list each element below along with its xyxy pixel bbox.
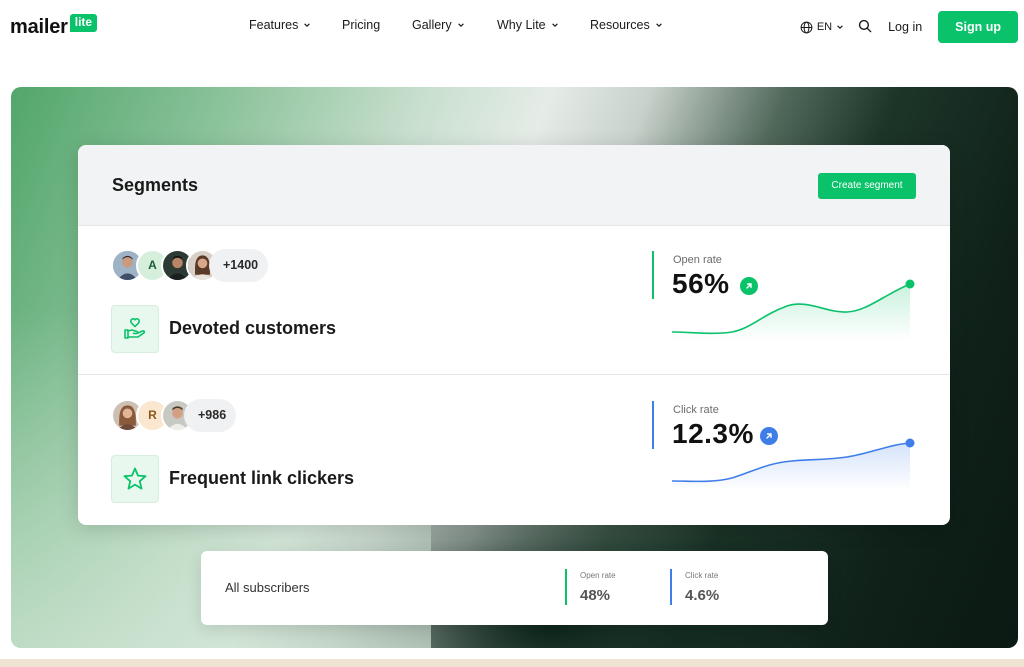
chevron-down-icon: [655, 23, 662, 28]
all-subscribers-label: All subscribers: [225, 580, 310, 595]
logo-text: mailer: [10, 16, 68, 38]
segments-title: Segments: [112, 175, 199, 195]
top-navigation: mailer lite Features Pricing Gallery Why…: [0, 0, 1024, 55]
nav-item-label: Gallery: [412, 18, 452, 32]
metric-accent-bar: [565, 569, 567, 605]
open-rate-value: 48%: [580, 587, 611, 604]
segment-row-devoted-customers[interactable]: A +1400 Devoted customers Open rate 56%: [78, 226, 950, 375]
nav-actions: EN Log in Sign up: [800, 11, 1018, 43]
nav-item-label: Features: [249, 18, 299, 32]
signup-button[interactable]: Sign up: [938, 11, 1018, 43]
language-selector[interactable]: EN: [800, 21, 844, 34]
metric-accent-bar: [652, 251, 654, 299]
avatar-group: A +1400: [111, 248, 269, 282]
nav-item-label: Pricing: [342, 18, 381, 32]
segments-card-header: Segments Create segment: [78, 145, 950, 226]
open-rate-sparkline: [672, 279, 915, 341]
nav-item-gallery[interactable]: Gallery: [412, 18, 465, 32]
chevron-down-icon: [837, 25, 843, 30]
segment-name: Frequent link clickers: [169, 468, 355, 488]
nav-item-label: Why Lite: [497, 18, 546, 32]
avatar-initial: R: [148, 408, 157, 422]
open-rate-label: Open rate: [580, 571, 616, 580]
segment-row-frequent-link-clickers[interactable]: R +986 Frequent link clickers Click rate…: [78, 376, 950, 525]
segments-card: Segments Create segment A +1400 Devoted …: [78, 145, 950, 525]
metric-accent-bar: [652, 401, 654, 449]
star-icon: [111, 455, 159, 503]
member-count-badge: +986: [184, 398, 237, 432]
globe-icon: [800, 21, 813, 33]
all-subscribers-card[interactable]: All subscribers Open rate 48% Click rate…: [201, 551, 828, 625]
avatar-initial: A: [148, 258, 157, 272]
search-icon: [858, 19, 872, 33]
nav-item-pricing[interactable]: Pricing: [342, 18, 380, 32]
bottom-banner-edge: [0, 659, 1024, 667]
click-rate-label: Click rate: [685, 571, 719, 580]
chevron-down-icon: [457, 23, 464, 28]
login-link[interactable]: Log in: [888, 20, 922, 34]
search-button[interactable]: [858, 19, 874, 35]
hand-heart-icon: [111, 305, 159, 353]
avatar-group: R +986: [111, 398, 237, 432]
chevron-down-icon: [304, 23, 311, 28]
member-count-badge: +1400: [209, 248, 269, 282]
logo-badge: lite: [69, 14, 98, 32]
language-code: EN: [816, 21, 833, 33]
nav-item-label: Resources: [590, 18, 650, 32]
click-rate-value: 4.6%: [685, 587, 720, 604]
chevron-down-icon: [551, 23, 558, 28]
segment-name: Devoted customers: [169, 318, 337, 338]
create-segment-button[interactable]: Create segment: [818, 173, 916, 199]
mailerlite-logo[interactable]: mailer lite: [10, 12, 98, 42]
nav-item-resources[interactable]: Resources: [590, 18, 663, 32]
nav-item-why-lite[interactable]: Why Lite: [497, 18, 559, 32]
click-rate-sparkline: [672, 438, 915, 491]
nav-item-features[interactable]: Features: [249, 18, 311, 32]
metric-accent-bar: [670, 569, 672, 605]
